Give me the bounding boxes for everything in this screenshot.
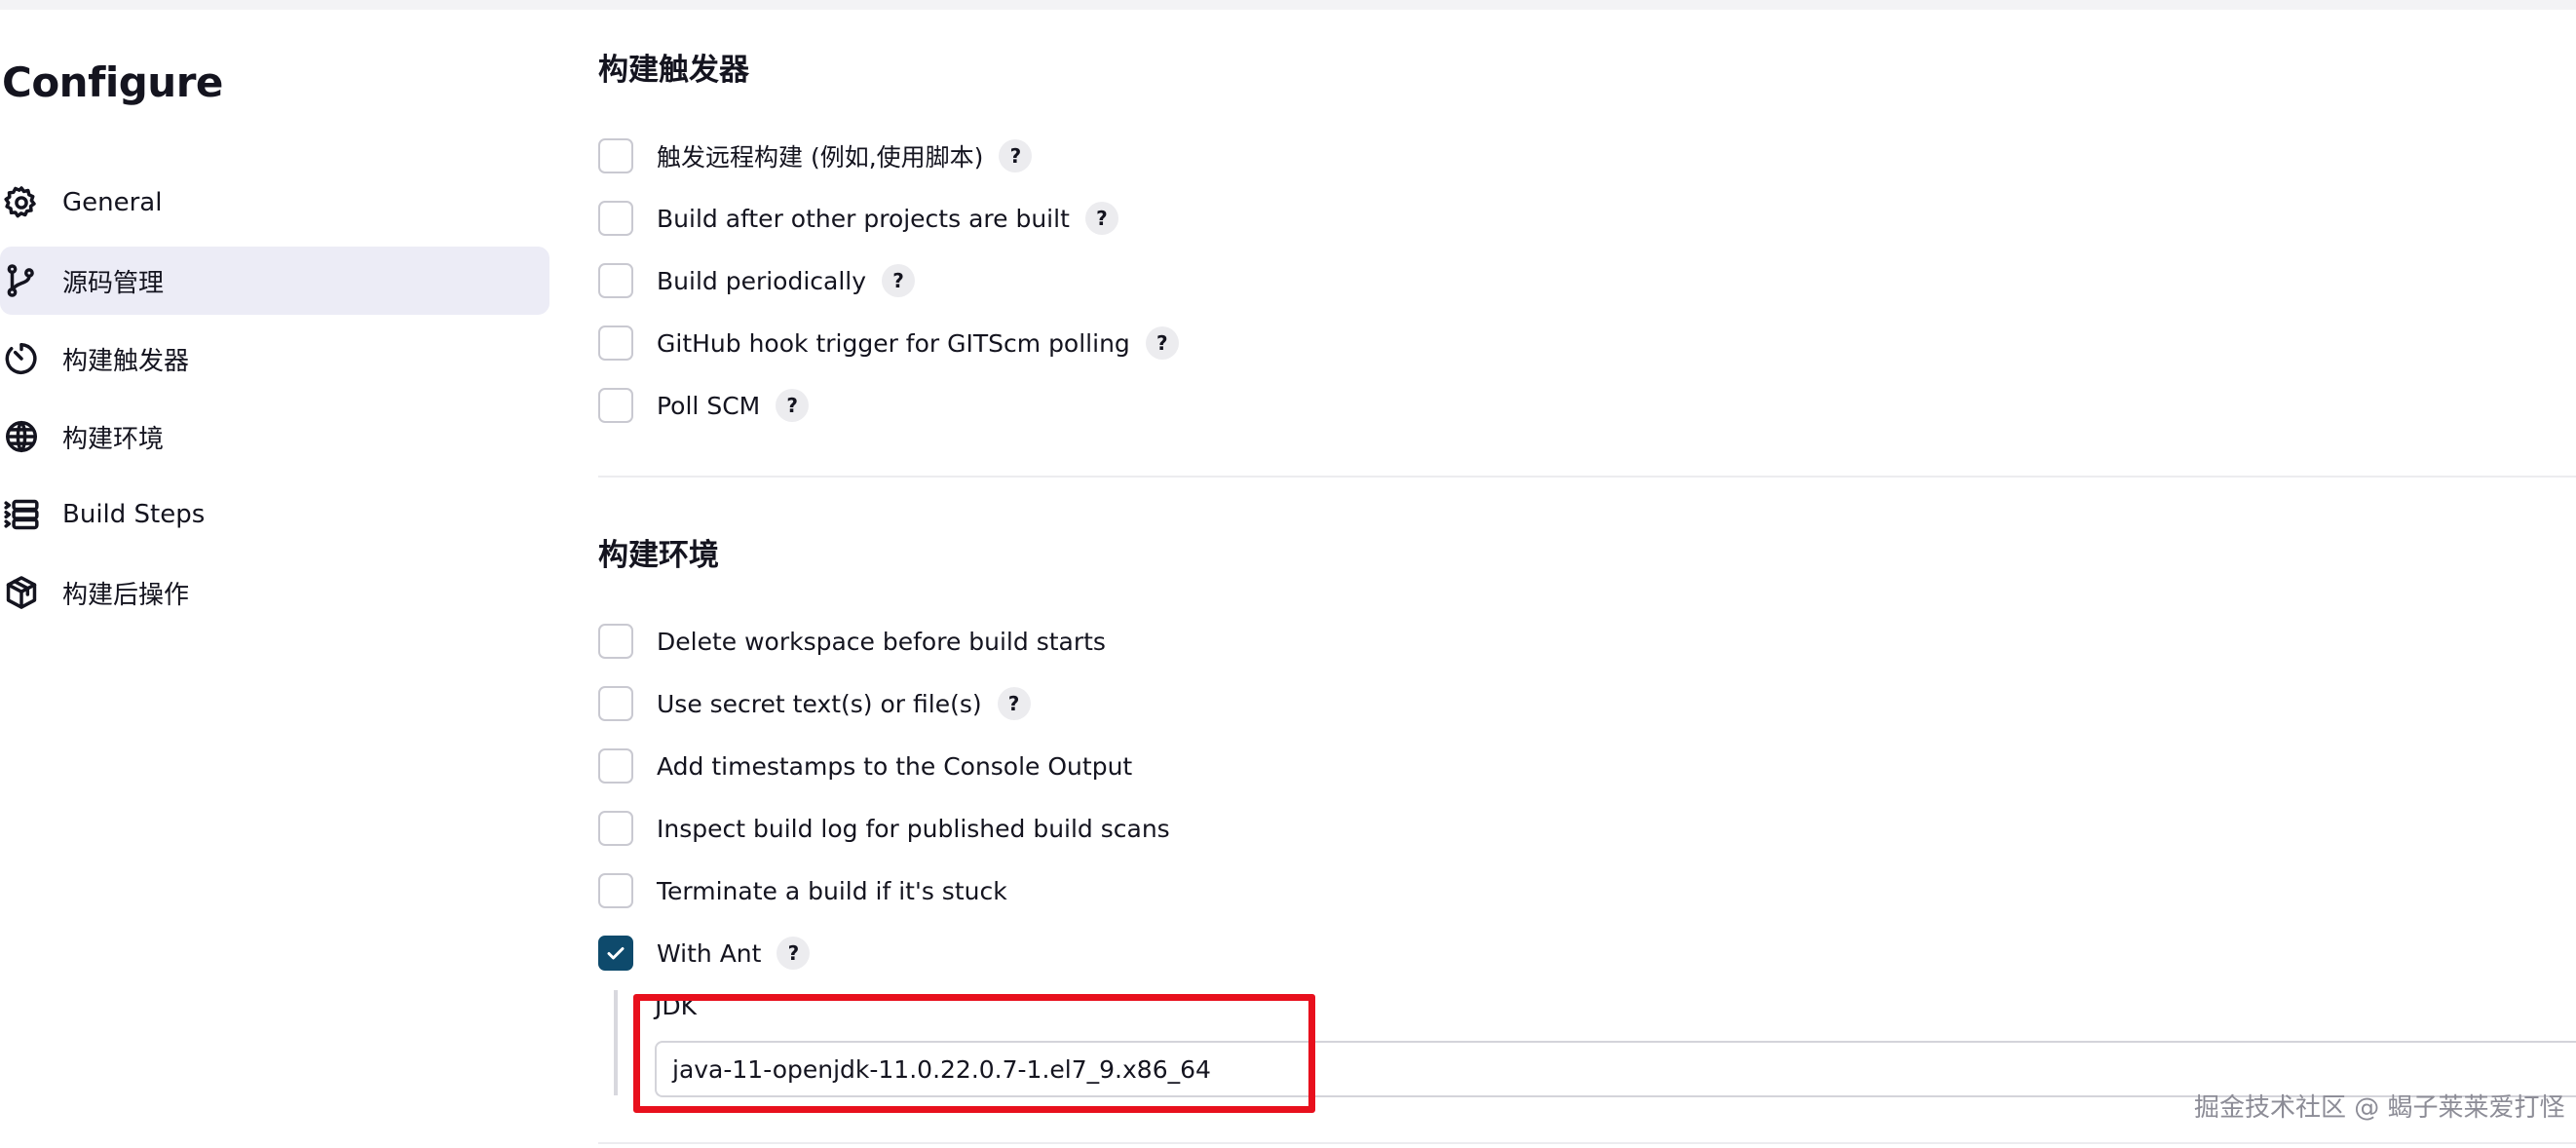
sidebar-item-source-control[interactable]: 源码管理 — [0, 247, 549, 315]
env-inspect-build-log[interactable]: Inspect build log for published build sc… — [598, 809, 1170, 848]
checkbox[interactable] — [598, 686, 633, 721]
sidebar-item-label: General — [62, 188, 163, 217]
section-divider — [598, 476, 2576, 478]
clock-icon — [2, 339, 41, 378]
sidebar-item-post-build-actions[interactable]: 构建后操作 — [0, 558, 549, 627]
package-icon — [2, 573, 41, 612]
section-title-build-environment: 构建环境 — [598, 538, 719, 573]
checkbox[interactable] — [598, 138, 633, 173]
help-icon[interactable]: ? — [776, 389, 810, 422]
globe-icon — [2, 417, 41, 456]
checkmark-icon — [607, 947, 625, 960]
sidebar-item-build-steps[interactable]: Build Steps — [0, 480, 549, 549]
nested-options-indicator — [614, 990, 618, 1095]
trigger-github-hook[interactable]: GitHub hook trigger for GITScm polling ? — [598, 324, 1179, 363]
bottom-divider — [598, 1142, 2576, 1144]
section-title-build-triggers: 构建触发器 — [598, 53, 749, 88]
help-icon[interactable]: ? — [1145, 326, 1179, 360]
jdk-label: JDK — [655, 992, 698, 1020]
checkbox-label: Delete workspace before build starts — [657, 627, 1106, 656]
sidebar: Configure General 源码管理 构建触发器 构建环境 Build … — [0, 0, 555, 1148]
help-icon[interactable]: ? — [882, 264, 916, 297]
checkbox-checked[interactable] — [598, 936, 633, 971]
checkbox-label: Build periodically — [657, 266, 867, 295]
sidebar-item-build-environment[interactable]: 构建环境 — [0, 402, 549, 471]
checkbox[interactable] — [598, 201, 633, 236]
watermark: 掘金技术社区 @ 蝎子莱莱爱打怪 — [2194, 1093, 2565, 1123]
checkbox-label: Inspect build log for published build sc… — [657, 814, 1170, 843]
sidebar-item-build-triggers[interactable]: 构建触发器 — [0, 325, 549, 393]
page-title: Configure — [2, 58, 223, 106]
trigger-build-periodically[interactable]: Build periodically ? — [598, 261, 916, 300]
sidebar-item-label: 构建触发器 — [62, 346, 190, 376]
checkbox-label: Add timestamps to the Console Output — [657, 751, 1133, 781]
help-icon[interactable]: ? — [777, 937, 811, 970]
main-content: 构建触发器 触发远程构建 (例如,使用脚本) ? Build after oth… — [598, 0, 2576, 1148]
trigger-poll-scm[interactable]: Poll SCM ? — [598, 386, 810, 425]
checkbox[interactable] — [598, 325, 633, 361]
checkbox[interactable] — [598, 873, 633, 908]
sidebar-item-label: 构建后操作 — [62, 580, 190, 610]
sidebar-item-label: 源码管理 — [62, 268, 165, 298]
checkbox[interactable] — [598, 388, 633, 423]
sidebar-item-label: 构建环境 — [62, 424, 165, 454]
list-icon — [2, 495, 41, 534]
checkbox-label: Build after other projects are built — [657, 204, 1070, 233]
checkbox[interactable] — [598, 811, 633, 846]
help-icon[interactable]: ? — [1084, 202, 1118, 235]
env-add-timestamps[interactable]: Add timestamps to the Console Output — [598, 746, 1132, 785]
sidebar-item-label: Build Steps — [62, 500, 206, 529]
env-terminate-if-stuck[interactable]: Terminate a build if it's stuck — [598, 871, 1007, 910]
env-with-ant[interactable]: With Ant ? — [598, 934, 811, 973]
checkbox[interactable] — [598, 624, 633, 659]
env-delete-workspace[interactable]: Delete workspace before build starts — [598, 622, 1106, 661]
trigger-build-after-other-projects[interactable]: Build after other projects are built ? — [598, 199, 1118, 238]
gear-icon — [2, 183, 41, 222]
trigger-remote-build[interactable]: 触发远程构建 (例如,使用脚本) ? — [598, 136, 1033, 175]
help-icon[interactable]: ? — [997, 687, 1031, 720]
env-use-secret-text[interactable]: Use secret text(s) or file(s) ? — [598, 684, 1031, 723]
sidebar-item-general[interactable]: General — [0, 169, 549, 237]
branch-icon — [2, 261, 41, 300]
checkbox-label: With Ant — [657, 938, 762, 968]
checkbox-label: Use secret text(s) or file(s) — [657, 689, 982, 718]
checkbox[interactable] — [598, 263, 633, 298]
checkbox[interactable] — [598, 748, 633, 784]
checkbox-label: GitHub hook trigger for GITScm polling — [657, 328, 1130, 358]
help-icon[interactable]: ? — [999, 139, 1033, 172]
checkbox-label: Poll SCM — [657, 391, 761, 420]
checkbox-label: 触发远程构建 (例如,使用脚本) — [657, 143, 984, 172]
checkbox-label: Terminate a build if it's stuck — [657, 876, 1007, 905]
